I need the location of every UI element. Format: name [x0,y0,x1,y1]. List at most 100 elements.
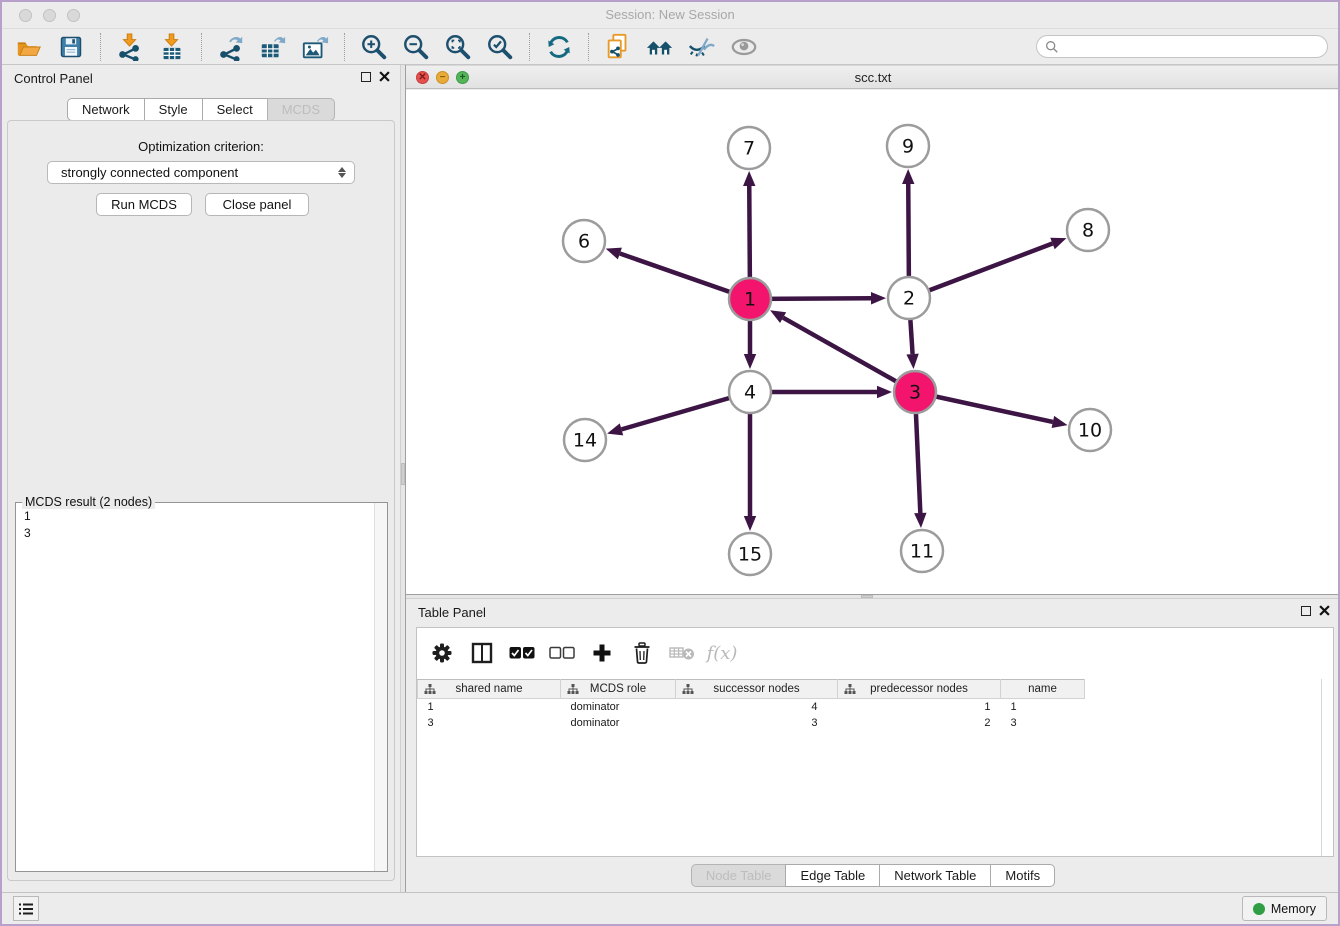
memory-button[interactable]: Memory [1242,896,1327,921]
control-panel-header: Control Panel [2,65,400,91]
status-bar: Memory [2,892,1338,924]
deselect-all-unchecked-icon[interactable] [549,640,575,666]
add-column-plus-icon[interactable] [589,640,615,666]
zoom-in-icon[interactable] [359,32,389,62]
cell-MCDS-role: dominator [561,715,676,731]
save-session-icon[interactable] [56,32,86,62]
cell-predecessor-nodes: 1 [838,699,1001,715]
app-titlebar: Session: New Session [2,2,1338,29]
delete-table-icon[interactable] [669,640,695,666]
node-label-14: 14 [573,430,597,452]
hide-unhide-eye-icon[interactable] [687,32,717,62]
edge-arrowhead [744,354,756,369]
mcds-result-groupbox: MCDS result (2 nodes) 13 [15,502,388,872]
cell-successor-nodes: 3 [676,715,838,731]
memory-status-icon [1253,903,1265,915]
edge-2-8[interactable] [909,243,1052,298]
column-panes-icon[interactable] [469,640,495,666]
search-input[interactable] [1059,38,1327,56]
main-area: Control Panel NetworkStyleSelectMCDS Opt… [2,65,1338,896]
dropdown-stepper-icon [338,167,346,178]
network-view-window: ✕ − + scc.txt 7968124314101511 [406,65,1340,594]
export-table-icon[interactable] [258,32,288,62]
tab-network-table[interactable]: Network Table [879,864,991,887]
run-mcds-button[interactable]: Run MCDS [96,193,192,216]
search-field[interactable] [1036,35,1328,58]
cell-shared-name: 3 [418,715,561,731]
node-label-7: 7 [743,138,755,160]
zoom-selected-icon[interactable] [485,32,515,62]
cell-name: 1 [1001,699,1085,715]
edge-3-1[interactable] [783,318,915,392]
zoom-out-icon[interactable] [401,32,431,62]
toolbar-separator [529,33,530,61]
mcds-tab-content: Optimization criterion: strongly connect… [7,120,395,881]
edge-arrowhead [743,171,755,186]
tab-motifs[interactable]: Motifs [990,864,1055,887]
task-history-button[interactable] [13,896,39,921]
refresh-view-icon[interactable] [544,32,574,62]
tab-network[interactable]: Network [67,98,145,121]
function-builder-fx-icon[interactable]: f(x) [709,640,735,666]
column-header-successor-nodes[interactable]: successor nodes [676,680,838,699]
splitter-handle[interactable] [861,595,873,598]
export-network-icon[interactable] [216,32,246,62]
clone-network-icon[interactable] [603,32,633,62]
close-panel-icon[interactable] [379,71,390,82]
table-row[interactable]: 1dominator411 [418,699,1085,715]
tab-style[interactable]: Style [144,98,203,121]
import-network-icon[interactable] [115,32,145,62]
apply-layout-home-icon[interactable] [645,32,675,62]
zoom-fit-icon[interactable] [443,32,473,62]
node-table: shared nameMCDS rolesuccessor nodesprede… [417,679,1085,731]
network-graph[interactable]: 7968124314101511 [406,90,1338,594]
table-panel-header: Table Panel [406,599,1340,625]
edge-arrowhead [877,386,892,398]
table-scrollbar[interactable] [1321,679,1333,856]
memory-label: Memory [1271,902,1316,916]
node-label-8: 8 [1082,220,1094,242]
result-line: 3 [16,525,387,542]
network-canvas[interactable]: 7968124314101511 [406,90,1340,594]
delete-column-trash-icon[interactable] [629,640,655,666]
column-header-shared-name[interactable]: shared name [418,680,561,699]
edge-arrowhead [606,248,622,260]
node-label-10: 10 [1078,420,1102,442]
tab-mcds[interactable]: MCDS [267,98,335,121]
float-panel-icon[interactable] [1301,606,1311,616]
show-all-eye-icon[interactable] [729,32,759,62]
table-tabs: Node TableEdge TableNetwork TableMotifs [406,864,1340,887]
close-panel-button[interactable]: Close panel [205,193,309,216]
node-label-6: 6 [578,231,590,253]
edge-arrowhead [871,292,886,304]
criterion-value: strongly connected component [61,165,338,180]
export-image-icon[interactable] [300,32,330,62]
select-all-checked-icon[interactable] [509,640,535,666]
edge-arrowhead [902,169,914,184]
tab-node-table[interactable]: Node Table [691,864,787,887]
open-session-icon[interactable] [14,32,44,62]
column-header-name[interactable]: name [1001,680,1085,699]
column-header-predecessor-nodes[interactable]: predecessor nodes [838,680,1001,699]
close-panel-icon[interactable] [1319,605,1330,616]
criterion-dropdown[interactable]: strongly connected component [47,161,355,184]
control-panel-tabs: NetworkStyleSelectMCDS [2,98,400,121]
cell-name: 3 [1001,715,1085,731]
node-label-1: 1 [744,289,756,311]
float-panel-icon[interactable] [361,72,371,82]
import-table-icon[interactable] [157,32,187,62]
main-toolbar [2,29,1338,65]
column-header-MCDS-role[interactable]: MCDS role [561,680,676,699]
cell-predecessor-nodes: 2 [838,715,1001,731]
table-row[interactable]: 3dominator323 [418,715,1085,731]
tab-select[interactable]: Select [202,98,268,121]
control-panel-title: Control Panel [14,71,93,86]
table-settings-gear-icon[interactable] [429,640,455,666]
network-window-title: scc.txt [406,70,1340,85]
search-icon [1045,40,1059,54]
tab-edge-table[interactable]: Edge Table [785,864,880,887]
result-scrollbar[interactable] [374,503,387,871]
mcds-result-list[interactable]: 13 [16,503,387,871]
toolbar-separator [344,33,345,61]
splitter-handle[interactable] [401,463,405,485]
